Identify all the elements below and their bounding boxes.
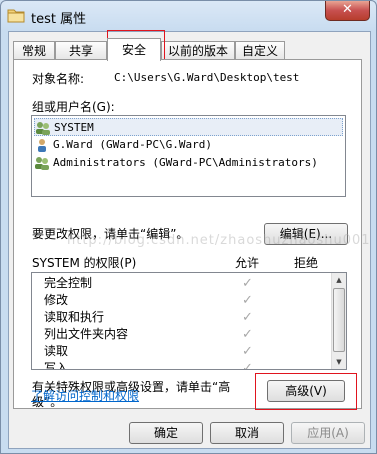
user-group-icon — [36, 122, 50, 135]
cancel-button[interactable]: 取消 — [210, 422, 284, 444]
table-row: 列出文件夹内容 ✓ — [32, 326, 332, 343]
close-button[interactable]: ✕ — [325, 1, 370, 21]
allow-check-icon: ✓ — [242, 293, 253, 308]
advanced-button[interactable]: 高级(V) — [267, 380, 345, 402]
table-row: 读取和执行 ✓ — [32, 309, 332, 326]
user-icon — [38, 139, 46, 152]
watermark: http://blog.csdn.net/zhaoshuzhaoshu001 — [67, 233, 371, 248]
table-row: 修改 ✓ — [32, 292, 332, 309]
scroll-up-icon[interactable]: ▲ — [332, 273, 346, 287]
tab-previous-versions[interactable]: 以前的版本 — [161, 41, 235, 60]
object-name-value: C:\Users\G.Ward\Desktop\test — [114, 71, 300, 84]
folder-icon — [7, 9, 25, 23]
tab-security[interactable]: 安全 — [107, 38, 161, 61]
allow-check-icon: ✓ — [242, 310, 253, 325]
permission-name: 修改 — [44, 293, 69, 307]
group-user-label: 组或用户名(G): — [32, 100, 115, 114]
tab-sharing[interactable]: 共享 — [55, 41, 107, 60]
table-row: 读取 ✓ — [32, 343, 332, 360]
permissions-title: SYSTEM 的权限(P) — [32, 256, 137, 270]
user-group-icon — [35, 157, 49, 170]
user-name: SYSTEM — [54, 121, 94, 134]
list-item[interactable]: G.Ward (GWard-PC\G.Ward) — [34, 136, 212, 154]
permission-name: 写入 — [44, 361, 69, 370]
group-user-list[interactable]: SYSTEM G.Ward (GWard-PC\G.Ward) Administ… — [31, 115, 346, 197]
table-row: 完全控制 ✓ — [32, 275, 332, 292]
access-control-help-link[interactable]: 了解访问控制和权限 — [31, 387, 139, 404]
title-bar[interactable]: test 属性 ✕ — [1, 1, 376, 31]
list-item[interactable]: SYSTEM — [34, 118, 343, 136]
table-row: 写入 ✓ — [32, 360, 332, 370]
allow-check-icon: ✓ — [242, 327, 253, 342]
scroll-thumb[interactable] — [333, 288, 345, 352]
allow-check-icon: ✓ — [242, 276, 253, 291]
permissions-list[interactable]: 完全控制 ✓ 修改 ✓ 读取和执行 ✓ 列出文件夹内容 ✓ 读取 ✓ 写入 ✓ … — [31, 272, 347, 370]
list-item[interactable]: Administrators (GWard-PC\Administrators) — [34, 154, 318, 172]
allow-check-icon: ✓ — [242, 361, 253, 370]
permission-name: 完全控制 — [44, 276, 93, 290]
ok-button[interactable]: 确定 — [129, 422, 203, 444]
tab-customize[interactable]: 自定义 — [235, 41, 285, 60]
permission-name: 读取和执行 — [44, 310, 105, 324]
allow-check-icon: ✓ — [242, 344, 253, 359]
allow-header: 允许 — [235, 256, 260, 270]
permissions-scrollbar[interactable]: ▲ ▼ — [331, 273, 346, 369]
properties-window: test 属性 ✕ 常规 共享 安全 以前的版本 自定义 对象名称: C:\Us… — [0, 0, 377, 454]
apply-button[interactable]: 应用(A) — [291, 422, 365, 444]
window-title: test 属性 — [31, 12, 87, 27]
object-name-label: 对象名称: — [32, 72, 85, 86]
permission-name: 读取 — [44, 344, 69, 358]
permission-name: 列出文件夹内容 — [44, 327, 129, 341]
scroll-down-icon[interactable]: ▼ — [332, 355, 346, 369]
tab-general[interactable]: 常规 — [13, 41, 55, 60]
user-name: Administrators (GWard-PC\Administrators) — [53, 156, 318, 169]
deny-header: 拒绝 — [294, 256, 319, 270]
user-name: G.Ward (GWard-PC\G.Ward) — [53, 138, 212, 151]
